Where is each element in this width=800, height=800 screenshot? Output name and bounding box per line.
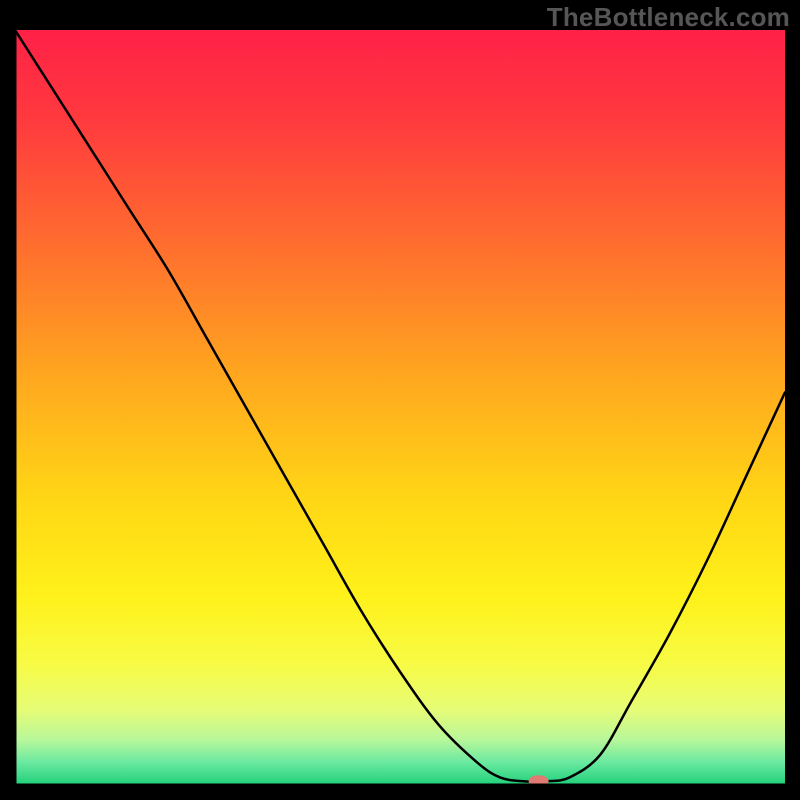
chart-stage: TheBottleneck.com: [0, 0, 800, 800]
watermark-text: TheBottleneck.com: [547, 2, 790, 33]
chart-svg: [15, 30, 785, 785]
plot-area: [15, 30, 785, 785]
